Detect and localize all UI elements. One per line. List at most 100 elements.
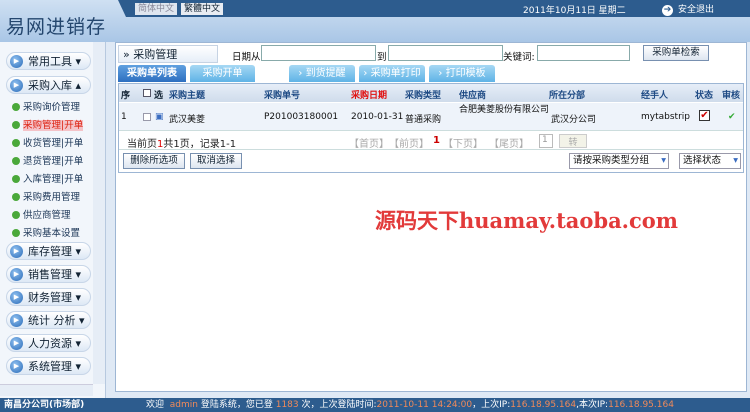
tab-label: 打印模板 [445,68,486,79]
prev-page-link[interactable]: 【前页】 [389,135,429,150]
col-audit: 审核 [722,91,741,101]
cancel-selection-button[interactable]: 取消选择 [190,153,242,169]
sidebar-group-tools[interactable]: ▶ 常用工具 ▾ [6,52,91,70]
first-page-link[interactable]: 【首页】 [349,135,389,150]
watermark: 源码天下huamay.taoba.com [375,208,679,233]
bullet-icon [12,193,20,201]
tab-print-template[interactable]: › 打印模板 [429,65,495,82]
sidebar-group-hr[interactable]: ▶ 人力资源 ▾ [6,334,91,352]
t3: ，上次IP: [472,400,511,410]
branch-name: 南昌分公司(市场部) [4,400,85,410]
sidebar-item[interactable]: 采购基本设置 [12,225,80,239]
username: admin [169,400,198,410]
bullet-icon [12,211,20,219]
cell-no: 1 [121,112,127,122]
row-checkbox[interactable] [143,113,151,121]
pagination: 当前页1共1页，记录1-1 【首页】 【前页】 1 【下页】 【尾页】 1 转 [119,132,743,150]
group-label: 销售管理 [28,268,72,281]
sidebar-item[interactable]: 入库管理|开单 [12,171,83,185]
welcome: 欢迎 [146,400,165,410]
play-icon: ▶ [10,55,23,68]
t4: ,本次IP: [576,400,609,410]
page-info-pre: 当前页 [127,139,157,150]
play-icon: ▶ [10,337,23,350]
last-ip: 116.18.95.164 [510,400,577,410]
delete-selected-button[interactable]: 删除所选项 [123,153,185,169]
login-count: 1183 [275,400,299,410]
item-label: 采购询价管理 [23,102,81,113]
next-page-link[interactable]: 【下页】 [443,135,483,150]
group-label: 采购入库 [28,79,72,92]
last-page-link[interactable]: 【尾页】 [489,135,529,150]
col-status: 状态 [695,91,714,101]
group-label: 财务管理 [28,291,72,304]
orders-table: 序 选 采购主题 采购单号 采购日期 采购类型 供应商 所在分部 经手人 状态 … [118,83,744,173]
date-from-label: 日期从 [232,52,261,63]
sidebar-item[interactable]: 退货管理|开单 [12,153,83,167]
date-to-input[interactable] [388,45,503,61]
group-label: 统计 分析 [28,314,76,327]
play-icon: ▶ [10,245,23,258]
group-label: 常用工具 [28,55,72,68]
group-by-type-select[interactable]: 请按采购类型分组 [569,153,669,169]
page-input[interactable]: 1 [539,134,553,148]
item-label: 采购管理|开单 [23,120,84,131]
footer: 南昌分公司(市场部) 欢迎 admin 登陆系统，您已登 1183 次，上次登陆… [0,398,750,412]
bullet-icon [12,175,20,183]
col-no: 序 [121,91,131,101]
item-label: 退货管理|开单 [23,156,84,167]
logout-label: 安全退出 [678,5,715,15]
arrow-right-icon: ➔ [662,5,673,16]
cell-date: 2010-01-31 [351,112,404,122]
tab-label: 采购单打印 [370,68,421,79]
lang-traditional[interactable]: 繁體中文 [181,3,224,15]
title-text: 采购管理 [133,48,178,61]
sidebar-group-purchase[interactable]: ▶ 采购入库 ▴ [6,76,91,94]
sidebar-item[interactable]: 采购询价管理 [12,99,80,113]
tab-order-list[interactable]: 采购单列表 [118,65,186,82]
date-to-label: 到 [377,52,387,63]
cell-branch: 武汉分公司 [551,115,597,125]
search-button[interactable]: 采购单检索 [643,45,709,61]
page-info: 当前页1共1页，记录1-1 [127,135,236,150]
go-button[interactable]: 转 [559,134,587,148]
sidebar-item[interactable]: 采购费用管理 [12,189,80,203]
sidebar-group-finance[interactable]: ▶ 财务管理 ▾ [6,288,91,306]
tab-print-order[interactable]: › 采购单打印 [359,65,425,82]
select-all-checkbox[interactable] [143,89,151,97]
col-order-no: 采购单号 [264,91,301,101]
tab-arrival-reminder[interactable]: › 到货提醒 [289,65,355,82]
sidebar-vertical-scrollbar[interactable] [93,42,105,384]
logout-button[interactable]: ➔ 安全退出 [662,2,714,16]
current-ip: 116.18.95.164 [608,400,674,410]
sidebar-item[interactable]: 供应商管理 [12,207,71,221]
play-icon: ▶ [10,360,23,373]
login-info: 欢迎 admin 登陆系统，您已登 1183 次，上次登陆时间:2011-10-… [146,398,674,412]
group-label: 人力资源 [28,337,72,350]
tab-label: 到货提醒 [305,68,346,79]
status-checked-icon: ✔ [699,110,710,121]
lang-simplified[interactable]: 简体中文 [135,3,178,15]
status-select[interactable]: 选择状态 [679,153,741,169]
sidebar-item-active[interactable]: 采购管理|开单 [12,117,84,131]
keyword-label: 关键词: [503,52,535,63]
page-info-post: 共1页，记录1-1 [163,139,237,150]
date-from-input[interactable] [261,45,376,61]
sidebar-group-sales[interactable]: ▶ 销售管理 ▾ [6,265,91,283]
table-row[interactable]: 1 ▣ 武汉美菱 P201003180001 2010-01-31 普通采购 合… [119,103,743,131]
bullet-icon [12,139,20,147]
sidebar-item[interactable]: 收货管理|开单 [12,135,83,149]
bullet-icon [12,103,20,111]
cell-subject[interactable]: 武汉美菱 [169,112,205,125]
item-label: 采购费用管理 [23,192,81,203]
sidebar-group-stats[interactable]: ▶ 统计 分析 ▾ [6,311,91,329]
t2: 次，上次登陆时间: [301,400,377,410]
sidebar-group-inventory[interactable]: ▶ 库存管理 ▾ [6,242,91,260]
sidebar-horizontal-scrollbar[interactable] [0,384,93,396]
keyword-input[interactable] [537,45,630,61]
tab-new-order[interactable]: 采购开单 [190,65,255,82]
col-date[interactable]: 采购日期 [351,88,387,101]
bullet-icon [12,157,20,165]
t1: 登陆系统，您已登 [200,400,273,410]
sidebar-group-system[interactable]: ▶ 系统管理 ▾ [6,357,91,375]
